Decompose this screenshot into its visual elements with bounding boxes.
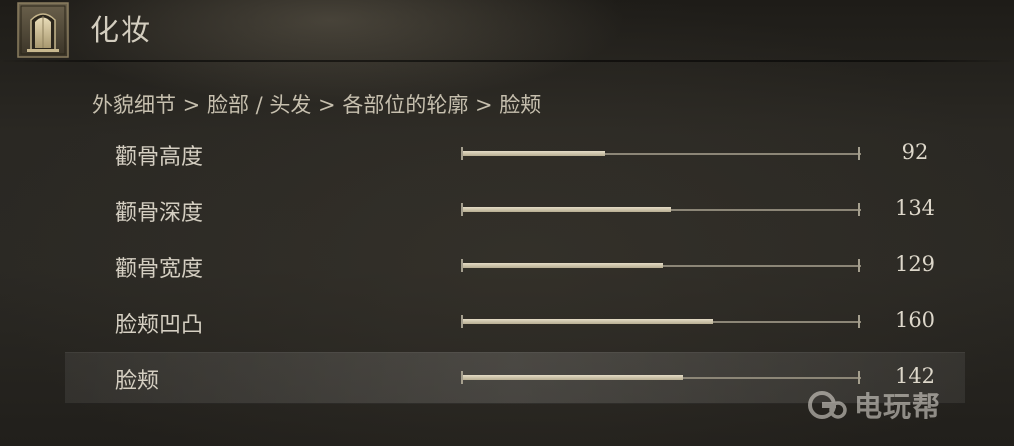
cheekbone-width-slider[interactable] (461, 258, 861, 274)
slider-row-cheekbone-height[interactable]: 颧骨高度 92 (65, 128, 965, 180)
slider-label: 颧骨宽度 (115, 257, 204, 282)
cheek-slider[interactable] (461, 370, 861, 386)
slider-label: 脸颊凹凸 (115, 313, 204, 338)
slider-right-cap (858, 147, 860, 160)
slider-left-cap (461, 203, 463, 216)
slider-value: 134 (894, 196, 936, 220)
cheekbone-depth-slider[interactable] (461, 202, 861, 218)
header-bar: 化妆 (0, 0, 1014, 62)
header-divider (0, 60, 1014, 62)
slider-value: 160 (894, 308, 936, 332)
slider-label: 脸颊 (115, 369, 160, 394)
watermark: 电玩帮 (808, 382, 941, 428)
slider-fill (461, 151, 605, 156)
slider-left-cap (461, 259, 463, 272)
slider-right-cap (858, 203, 860, 216)
slider-label: 颧骨深度 (115, 201, 204, 226)
slider-fill (461, 263, 663, 268)
slider-value: 92 (901, 140, 929, 164)
doorway-emblem-icon (17, 2, 69, 58)
slider-fill (461, 319, 713, 324)
slider-left-cap (461, 315, 463, 328)
slider-fill (461, 207, 671, 212)
slider-row-cheekbone-depth[interactable]: 颧骨深度 134 (65, 184, 965, 236)
controller-logo-icon (808, 391, 847, 419)
slider-row-cheek-contour[interactable]: 脸颊凹凸 160 (65, 296, 965, 348)
slider-right-cap (858, 315, 860, 328)
breadcrumb: 外貌细节 > 脸部 / 头发 > 各部位的轮廓 > 脸颊 (92, 93, 542, 117)
cheek-contour-slider[interactable] (461, 314, 861, 330)
slider-right-cap (858, 259, 860, 272)
slider-left-cap (461, 147, 463, 160)
page-title: 化妆 (90, 13, 153, 47)
watermark-text: 电玩帮 (854, 390, 942, 423)
slider-value: 129 (894, 252, 936, 276)
slider-label: 颧骨高度 (115, 145, 204, 170)
slider-left-cap (461, 371, 463, 384)
slider-row-cheekbone-width[interactable]: 颧骨宽度 129 (65, 240, 965, 292)
slider-fill (461, 375, 683, 380)
cheekbone-height-slider[interactable] (461, 146, 861, 162)
